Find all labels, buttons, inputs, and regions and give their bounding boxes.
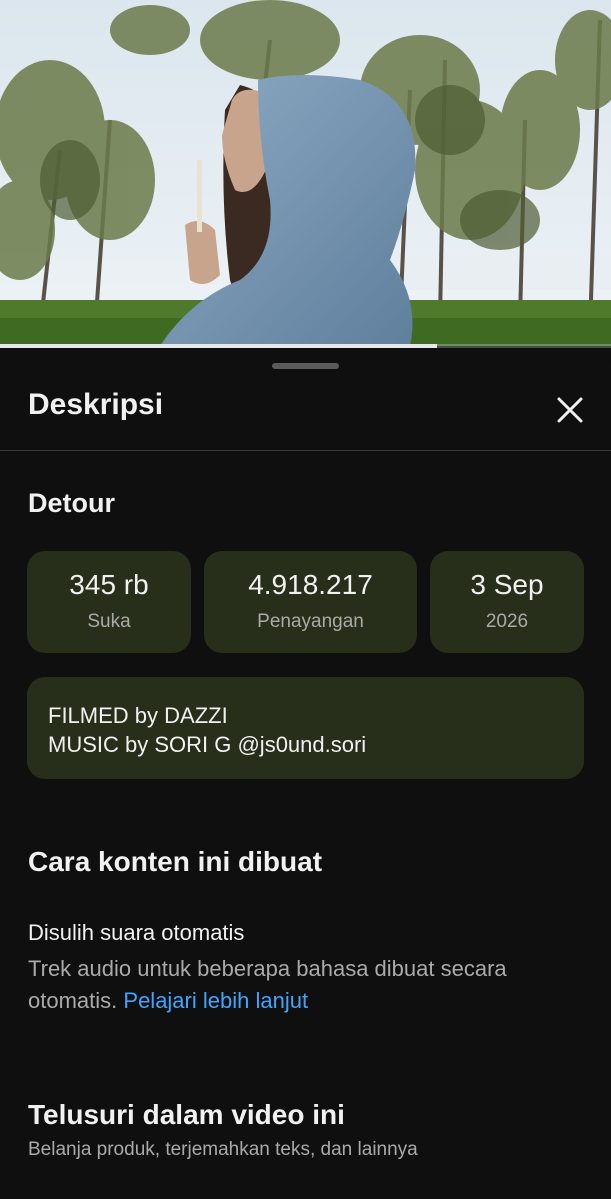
explore-subtitle: Belanja produk, terjemahkan teks, dan la… (28, 1139, 418, 1160)
date-stat: 3 Sep 2026 (430, 551, 584, 653)
header-divider (0, 450, 611, 451)
views-value: 4.918.217 (248, 569, 373, 600)
views-stat: 4.918.217 Penayangan (204, 551, 417, 653)
description-box[interactable]: FILMED by DAZZI MUSIC by SORI G @js0und.… (27, 677, 584, 779)
likes-stat: 345 rb Suka (27, 551, 191, 653)
close-icon (557, 397, 583, 423)
auto-dub-description: Trek audio untuk beberapa bahasa dibuat … (28, 953, 568, 1017)
auto-dub-title: Disulih suara otomatis (28, 920, 245, 945)
likes-label: Suka (87, 611, 131, 632)
how-made-heading: Cara konten ini dibuat (28, 846, 323, 877)
views-label: Penayangan (257, 611, 364, 632)
drag-handle[interactable] (272, 363, 339, 369)
likes-value: 345 rb (69, 569, 149, 600)
sheet-title: Deskripsi (28, 388, 164, 421)
learn-more-link[interactable]: Pelajari lebih lanjut (123, 988, 308, 1013)
video-frame (0, 0, 611, 346)
date-value: 3 Sep (470, 569, 544, 600)
description-line: FILMED by DAZZI (48, 703, 228, 728)
close-button[interactable] (550, 390, 590, 430)
description-sheet: Deskripsi Detour 345 rb Suka 4.918.217 P… (0, 348, 611, 1199)
explore-heading[interactable]: Telusuri dalam video ini (28, 1099, 345, 1131)
video-title: Detour (28, 488, 115, 518)
date-year: 2026 (485, 611, 529, 632)
description-line: MUSIC by SORI G @js0und.sori (48, 732, 367, 757)
video-player[interactable] (0, 0, 611, 346)
